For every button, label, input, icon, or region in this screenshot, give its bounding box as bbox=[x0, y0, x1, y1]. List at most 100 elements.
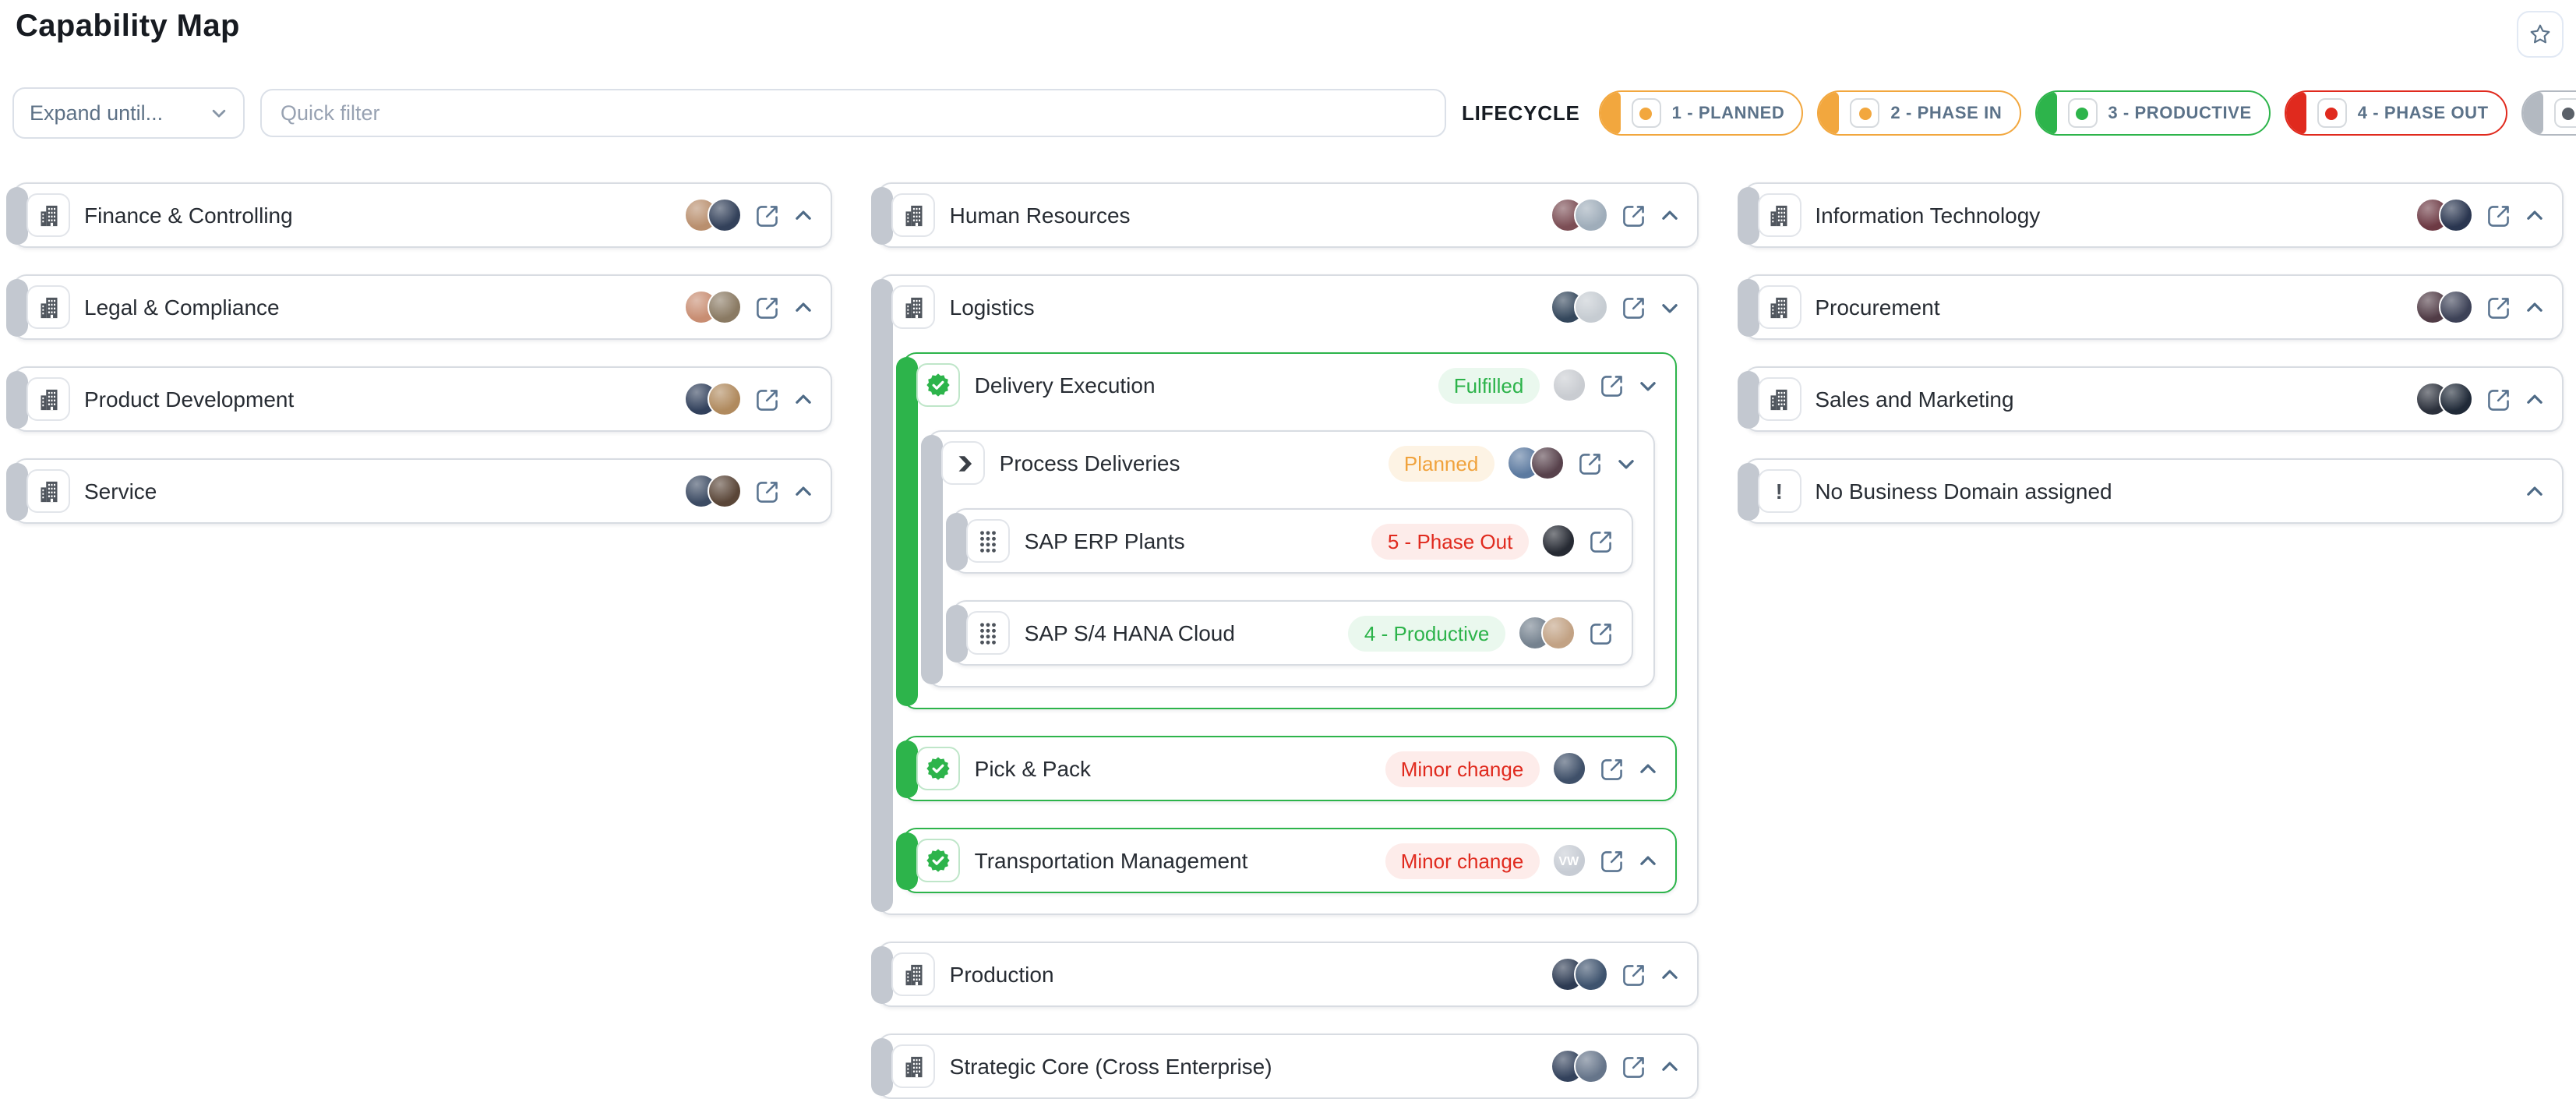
avatar[interactable] bbox=[1551, 751, 1586, 786]
avatar[interactable] bbox=[1540, 524, 1575, 558]
card-header[interactable]: SAP S/4 HANA Cloud4 - Productive bbox=[955, 602, 1632, 664]
card-header[interactable]: Strategic Core (Cross Enterprise) bbox=[880, 1035, 1697, 1097]
card-header[interactable]: Delivery ExecutionFulfilled bbox=[905, 354, 1675, 416]
open-in-new-icon[interactable] bbox=[1620, 961, 1646, 988]
card-actions bbox=[2415, 198, 2545, 232]
avatar[interactable] bbox=[1530, 446, 1564, 480]
open-in-new-icon[interactable] bbox=[1598, 847, 1625, 874]
open-in-new-icon[interactable] bbox=[1620, 294, 1646, 320]
avatar-group bbox=[1517, 616, 1575, 650]
expand-until-select[interactable]: Expand until... bbox=[12, 87, 245, 139]
avatar[interactable] bbox=[1551, 368, 1586, 402]
status-badge: Minor change bbox=[1385, 843, 1540, 878]
open-in-new-icon[interactable] bbox=[2486, 202, 2512, 228]
open-in-new-icon[interactable] bbox=[2486, 294, 2512, 320]
card-title: Product Development bbox=[84, 387, 671, 412]
avatar[interactable] bbox=[1540, 616, 1575, 650]
card-header[interactable]: Process DeliveriesPlanned bbox=[930, 432, 1653, 494]
avatar[interactable] bbox=[1573, 290, 1607, 324]
chevron-up-icon[interactable] bbox=[794, 297, 814, 317]
open-in-new-icon[interactable] bbox=[755, 202, 782, 228]
avatar[interactable] bbox=[708, 382, 743, 416]
avatar[interactable] bbox=[2439, 290, 2473, 324]
chevron-up-icon[interactable] bbox=[1659, 964, 1679, 984]
chevron-up-icon[interactable] bbox=[1659, 1056, 1679, 1076]
lifecycle-pills: 1 - PLANNED 2 - PHASE IN 3 - PRODUCTIVE 4 -… bbox=[1599, 90, 2576, 136]
open-in-new-icon[interactable] bbox=[1620, 202, 1646, 228]
quick-filter-input[interactable] bbox=[260, 89, 1446, 137]
card-actions bbox=[2525, 481, 2545, 501]
card-header[interactable]: SAP ERP Plants5 - Phase Out bbox=[955, 510, 1632, 572]
chevron-down-icon[interactable] bbox=[1659, 297, 1679, 317]
open-in-new-icon[interactable] bbox=[755, 386, 782, 412]
application-card: SAP S/4 HANA Cloud4 - Productive bbox=[953, 600, 1633, 666]
card-header[interactable]: Procurement bbox=[1745, 276, 2562, 338]
lifecycle-legend-pill[interactable]: 1 - PLANNED bbox=[1599, 90, 1804, 136]
card-header[interactable]: Logistics bbox=[880, 276, 1697, 338]
avatar-group bbox=[685, 474, 743, 508]
column: Information Technology Procurement Sales a… bbox=[1743, 182, 2564, 524]
lifecycle-legend-pill[interactable]: 2 - PHASE IN bbox=[1817, 90, 2020, 136]
open-in-new-icon[interactable] bbox=[1587, 620, 1614, 646]
open-in-new-icon[interactable] bbox=[1587, 528, 1614, 554]
open-in-new-icon[interactable] bbox=[1598, 372, 1625, 398]
favorite-button[interactable] bbox=[2517, 11, 2564, 58]
card-title: Strategic Core (Cross Enterprise) bbox=[950, 1054, 1537, 1079]
card-header[interactable]: !No Business Domain assigned bbox=[1745, 460, 2562, 522]
lifecycle-state-icon bbox=[2317, 98, 2347, 128]
avatar[interactable] bbox=[1573, 1049, 1607, 1083]
card-header[interactable]: Product Development bbox=[14, 368, 831, 430]
avatar[interactable] bbox=[1573, 198, 1607, 232]
business-capability-card: Delivery ExecutionFulfilled Process Deliv… bbox=[903, 352, 1677, 709]
avatar[interactable] bbox=[2439, 382, 2473, 416]
chevron-up-icon[interactable] bbox=[1637, 850, 1657, 871]
avatar[interactable] bbox=[708, 198, 743, 232]
open-in-new-icon[interactable] bbox=[755, 294, 782, 320]
card-header[interactable]: Pick & PackMinor change bbox=[905, 737, 1675, 800]
chevron-up-icon[interactable] bbox=[794, 389, 814, 409]
process-arrow-icon bbox=[942, 441, 986, 485]
status-badge: Minor change bbox=[1385, 751, 1540, 786]
card-title: Logistics bbox=[950, 295, 1537, 320]
open-in-new-icon[interactable] bbox=[2486, 386, 2512, 412]
avatar[interactable] bbox=[1573, 957, 1607, 991]
chevron-up-icon[interactable] bbox=[1659, 205, 1679, 225]
chevron-up-icon[interactable] bbox=[794, 481, 814, 501]
lifecycle-legend-pill[interactable]: 4 - PHASE OUT bbox=[2285, 90, 2507, 136]
card-title: No Business Domain assigned bbox=[1815, 479, 2511, 504]
chevron-down-icon[interactable] bbox=[1615, 453, 1636, 473]
avatar[interactable] bbox=[708, 290, 743, 324]
card-header[interactable]: Information Technology bbox=[1745, 184, 2562, 246]
card-actions bbox=[1550, 290, 1679, 324]
open-in-new-icon[interactable] bbox=[1620, 1053, 1646, 1080]
chevron-up-icon[interactable] bbox=[2525, 389, 2545, 409]
avatar-group bbox=[2415, 382, 2473, 416]
card-header[interactable]: Human Resources bbox=[880, 184, 1697, 246]
avatar[interactable] bbox=[708, 474, 743, 508]
card-header[interactable]: Finance & Controlling bbox=[14, 184, 831, 246]
lifecycle-label: LIFECYCLE bbox=[1462, 101, 1580, 125]
business-domain-card: Finance & Controlling bbox=[12, 182, 833, 248]
building-icon bbox=[26, 377, 70, 421]
lifecycle-legend-pill[interactable]: 3 - PRODUCTIVE bbox=[2034, 90, 2270, 136]
card-header[interactable]: Production bbox=[880, 943, 1697, 1005]
chevron-down-icon[interactable] bbox=[1637, 375, 1657, 395]
open-in-new-icon[interactable] bbox=[1576, 450, 1603, 476]
lifecycle-dot bbox=[2563, 107, 2575, 119]
open-in-new-icon[interactable] bbox=[755, 478, 782, 504]
open-in-new-icon[interactable] bbox=[1598, 755, 1625, 782]
chevron-up-icon[interactable] bbox=[2525, 205, 2545, 225]
card-header[interactable]: Sales and Marketing bbox=[1745, 368, 2562, 430]
avatar[interactable] bbox=[2439, 198, 2473, 232]
chevron-up-icon[interactable] bbox=[2525, 297, 2545, 317]
chevron-up-icon[interactable] bbox=[2525, 481, 2545, 501]
chevron-up-icon[interactable] bbox=[794, 205, 814, 225]
card-title: Delivery Execution bbox=[975, 373, 1424, 398]
avatar[interactable]: VW bbox=[1551, 843, 1586, 878]
card-header[interactable]: Legal & Compliance bbox=[14, 276, 831, 338]
card-header[interactable]: Transportation ManagementMinor changeVW bbox=[905, 829, 1675, 892]
star-icon bbox=[2528, 22, 2553, 47]
lifecycle-legend-pill[interactable]: NO LIFECYCLE bbox=[2521, 90, 2576, 136]
card-header[interactable]: Service bbox=[14, 460, 831, 522]
chevron-up-icon[interactable] bbox=[1637, 758, 1657, 779]
